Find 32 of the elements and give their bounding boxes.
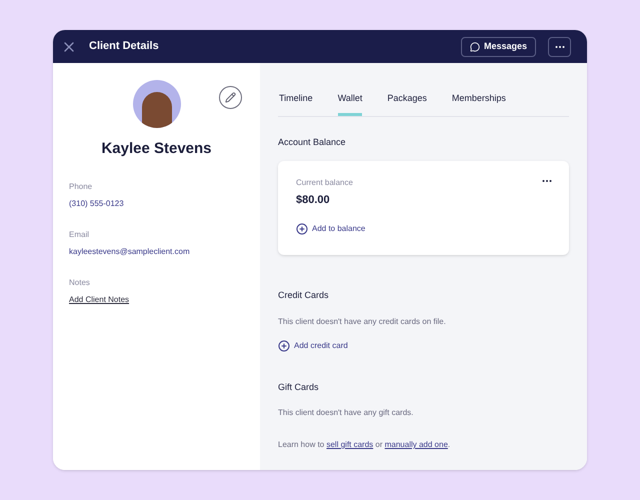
section-heading: Account Balance xyxy=(278,136,347,148)
empty-message: This client doesn't have any credit cards on file. xyxy=(278,316,447,328)
tab[interactable]: Wallet xyxy=(338,92,362,116)
section-heading: Gift Cards xyxy=(278,380,320,394)
more-button[interactable] xyxy=(548,36,571,56)
edit-button[interactable] xyxy=(219,86,242,109)
add-notes-link[interactable]: Add Client Notes xyxy=(69,294,244,306)
learn-more-text: Learn how to sell gift cards or manually add one. xyxy=(278,439,452,451)
tab[interactable]: Timeline xyxy=(279,92,313,116)
balance-amount: $80.00 xyxy=(296,193,331,208)
balance-label: Current balance xyxy=(296,177,353,189)
add-to-balance-button[interactable]: Add to balance xyxy=(296,222,366,234)
add-credit-card-button[interactable]: Add credit card xyxy=(278,340,348,352)
plus-circle-icon xyxy=(278,340,290,352)
field-value: (310) 555-0123 xyxy=(69,198,125,210)
manually-add-link[interactable]: manually add one xyxy=(384,440,448,449)
sell-gift-cards-link[interactable]: sell gift cards xyxy=(326,440,374,449)
tab[interactable]: Packages xyxy=(387,92,427,116)
empty-message: This client doesn't have any gift cards. xyxy=(278,407,414,419)
tab[interactable]: Memberships xyxy=(452,92,506,116)
plus-circle-icon xyxy=(296,222,308,234)
field-label: Email xyxy=(69,228,90,240)
client-name: Kaylee Stevens xyxy=(100,139,213,159)
section-heading: Credit Cards xyxy=(278,289,330,302)
messages-button[interactable]: Messages xyxy=(460,36,536,56)
person-silhouette xyxy=(142,92,172,128)
field-label: Phone xyxy=(69,180,94,192)
pencil-icon xyxy=(225,92,236,103)
chat-bubble-icon xyxy=(470,42,480,52)
window-title: Client Details xyxy=(89,39,159,54)
field-value: kayleestevens@sampleclient.com xyxy=(69,246,191,258)
field-label: Notes xyxy=(69,276,91,288)
